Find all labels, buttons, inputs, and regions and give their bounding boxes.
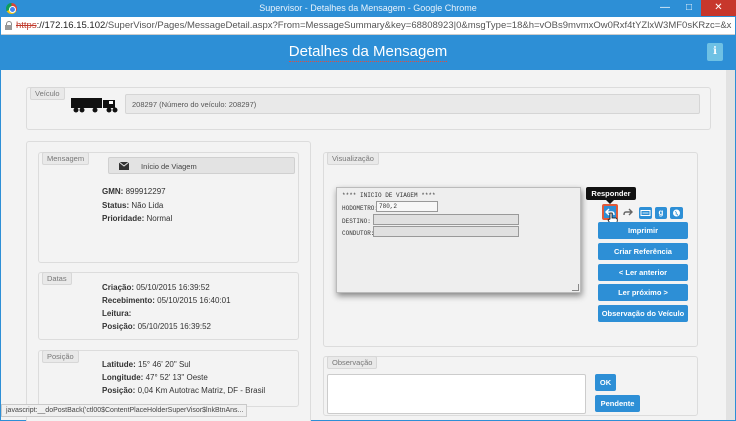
app-window: Detalhes da Mensagem i Veículo 208297 (N… [1,36,735,421]
datas-legend: Datas [42,272,72,285]
app-header: Detalhes da Mensagem i [1,36,735,70]
ler-proximo-button[interactable]: Ler próximo > [598,284,688,301]
envelope-icon [119,162,129,170]
posicao-label: Posição: [102,386,136,395]
url-host: ://172.16.15.102 [36,20,106,31]
mensagem-panel: Mensagem Início de Viagem GMN: 899912297… [38,152,299,263]
message-type-label: Início de Viagem [141,162,197,171]
longitude-label: Longitude: [102,373,144,382]
recebimento-value: 05/10/2015 16:40:01 [157,296,231,305]
window-title: Supervisor - Detalhes da Mensagem - Goog… [259,3,477,13]
veiculo-legend: Veículo [30,87,65,100]
status-label: Status: [102,201,130,210]
google-icon: g [658,208,664,217]
gmn-value: 899912297 [125,187,166,196]
condutor-field[interactable] [373,226,519,237]
hodometro-label: HODOMETRO: [342,205,379,212]
resize-grip-icon[interactable] [572,284,579,291]
page-title: Detalhes da Mensagem [288,43,448,62]
gmn-row: GMN: 899912297 [102,187,166,196]
posicao-panel: Posição Latitude: 15° 46' 20" Sul Longit… [38,350,299,407]
posicao-data-value: 05/10/2015 16:39:52 [137,322,211,331]
veiculo-panel: Veículo 208297 (Número do veículo: 20829… [26,87,711,130]
status-row: Status: Não Lida [102,201,163,210]
posicao-data-label: Posição: [102,322,136,331]
criacao-label: Criação: [102,283,135,292]
recebimento-label: Recebimento: [102,296,155,305]
tooltip: Responder [586,187,636,200]
destino-label: DESTINO: [342,218,371,225]
globe-button[interactable] [670,207,683,219]
status-value: Não Lida [131,201,164,210]
posicao-legend: Posição [42,350,79,363]
content-area: Veículo 208297 (Número do veículo: 20829… [1,70,735,421]
message-preview: **** INICIO DE VIAGEM **** HODOMETRO: 78… [336,187,581,293]
prioridade-row: Prioridade: Normal [102,214,172,223]
veiculo-field: 208297 (Número do veículo: 208297) [125,94,700,114]
gmn-label: GMN: [102,187,124,196]
globe-icon [673,209,680,217]
url-text[interactable]: https://172.16.15.102/SuperVisor/Pages/M… [16,20,731,31]
criacao-value: 05/10/2015 16:39:52 [136,283,210,292]
prioridade-value: Normal [146,214,173,223]
recebimento-row: Recebimento: 05/10/2015 16:40:01 [102,296,231,305]
latitude-row: Latitude: 15° 46' 20" Sul [102,360,191,369]
window-titlebar: Supervisor - Detalhes da Mensagem - Goog… [0,0,736,17]
observacao-legend: Observação [327,356,378,369]
google-button[interactable]: g [655,207,667,219]
url-path: /SuperVisor/Pages/MessageDetail.aspx?Fro… [105,20,732,31]
visualizacao-legend: Visualização [327,152,379,165]
hodometro-field[interactable]: 780,2 [376,201,438,212]
ler-anterior-button[interactable]: < Ler anterior [598,264,688,281]
tooltip-text: Responder [591,189,631,198]
info-button[interactable]: i [707,43,723,61]
criar-referencia-button[interactable]: Criar Referência [598,243,688,260]
status-bar: javascript:__doPostBack('ctl00$ContentPl… [1,404,247,417]
forward-button[interactable] [622,206,634,218]
latitude-value: 15° 46' 20" Sul [138,360,191,369]
observacao-textarea[interactable] [327,374,586,414]
pendente-button[interactable]: Pendente [595,395,640,412]
forward-icon [623,208,633,216]
condutor-label: CONDUTOR: [342,230,375,237]
posicao-value: 0,04 Km Autotrac Matriz, DF - Brasil [137,386,266,395]
mensagem-legend: Mensagem [42,152,90,165]
posicao-row: Posição: 0,04 Km Autotrac Matriz, DF - B… [102,386,265,395]
latitude-label: Latitude: [102,360,136,369]
address-bar[interactable]: https://172.16.15.102/SuperVisor/Pages/M… [1,17,735,35]
imprimir-button[interactable]: Imprimir [598,222,688,239]
ok-button[interactable]: OK [595,374,616,391]
longitude-row: Longitude: 47° 52' 13" Oeste [102,373,208,382]
keyboard-button[interactable] [639,207,652,219]
prioridade-label: Prioridade: [102,214,145,223]
keyboard-icon [640,210,651,216]
observacao-veiculo-button[interactable]: Observação do Veículo [598,305,688,322]
posicao-data-row: Posição: 05/10/2015 16:39:52 [102,322,211,331]
destino-field[interactable] [373,214,519,225]
truck-icon [71,98,118,113]
close-window-button[interactable]: ✕ [701,0,736,16]
url-scheme: https [16,20,37,31]
lock-icon [5,21,13,30]
observacao-panel: Observação OK Pendente [323,356,698,416]
criacao-row: Criação: 05/10/2015 16:39:52 [102,283,210,292]
form-title: **** INICIO DE VIAGEM **** [342,192,436,199]
datas-panel: Datas Criação: 05/10/2015 16:39:52 Receb… [38,272,299,340]
leitura-row: Leitura: [102,309,131,318]
leitura-label: Leitura: [102,309,132,318]
message-type-header: Início de Viagem [108,157,295,174]
longitude-value: 47° 52' 13" Oeste [145,373,208,382]
maximize-button[interactable]: □ [677,0,701,16]
minimize-button[interactable]: — [653,0,677,16]
veiculo-text: 208297 (Número do veículo: 208297) [132,100,257,109]
